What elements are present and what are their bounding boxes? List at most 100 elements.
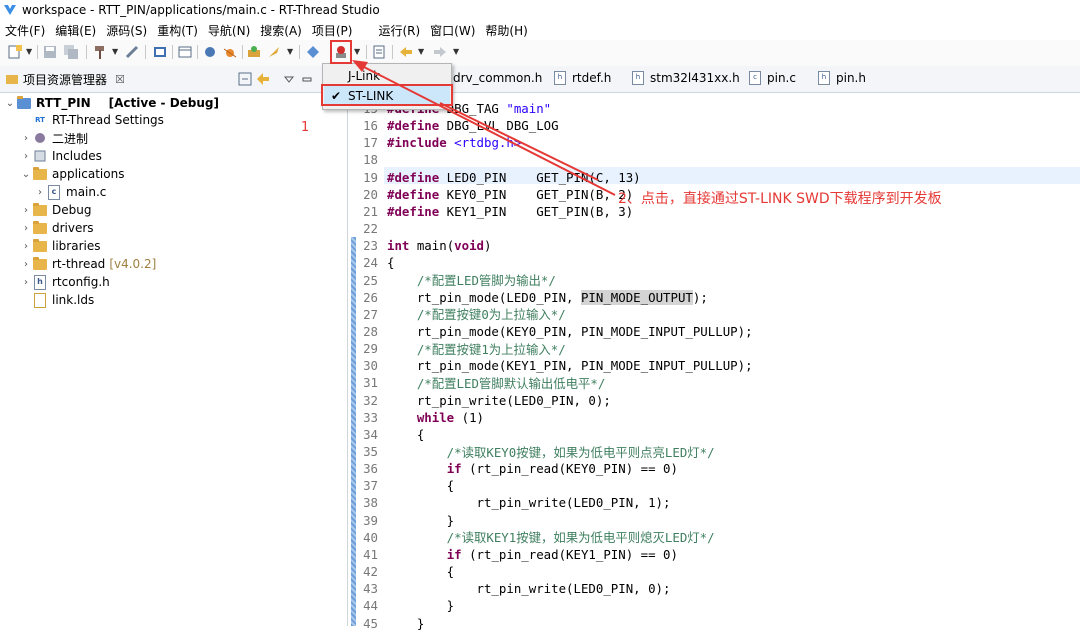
menu-help[interactable]: 帮助(H) xyxy=(480,22,532,39)
code-line[interactable]: 42 { xyxy=(350,563,1080,580)
tree-item[interactable]: › 二进制 xyxy=(20,129,88,147)
code-line[interactable]: 37 { xyxy=(350,477,1080,494)
menu-navigate[interactable]: 导航(N) xyxy=(203,22,255,39)
code-line[interactable]: 30 rt_pin_mode(KEY1_PIN, PIN_MODE_INPUT_… xyxy=(350,357,1080,374)
build-icon[interactable] xyxy=(92,44,108,60)
line-number: 34 xyxy=(363,426,378,442)
code-line[interactable]: 31 /*配置LED管脚默认输出低电平*/ xyxy=(350,374,1080,391)
tree-item[interactable]: › drivers xyxy=(20,219,94,237)
code-line[interactable]: 43 rt_pin_write(LED0_PIN, 0); xyxy=(350,580,1080,597)
code-line[interactable]: 26 rt_pin_mode(LED0_PIN, PIN_MODE_OUTPUT… xyxy=(350,289,1080,306)
close-icon[interactable]: ☒ xyxy=(115,73,125,86)
console-icon[interactable] xyxy=(152,44,168,60)
includes-icon xyxy=(32,149,48,163)
menu-project[interactable]: 项目(P) xyxy=(307,22,358,39)
tree-item[interactable]: › h rtconfig.h xyxy=(20,273,110,291)
back-dropdown-icon[interactable]: ▼ xyxy=(418,47,424,56)
code-line[interactable]: 41 if (rt_pin_read(KEY1_PIN) == 0) xyxy=(350,546,1080,563)
c-file-icon: c xyxy=(46,184,62,200)
editor-tab-pin-c[interactable]: c pin.c xyxy=(749,71,796,85)
tree-item-label: rtconfig.h xyxy=(52,275,110,289)
code-line[interactable]: 32 rt_pin_write(LED0_PIN, 0); xyxy=(350,392,1080,409)
editor-tab-rtdef-h[interactable]: h rtdef.h xyxy=(554,71,611,85)
chevron-right-icon[interactable]: › xyxy=(34,187,46,198)
code-line[interactable]: 33 while (1) xyxy=(350,409,1080,426)
code-line[interactable]: 39 } xyxy=(350,512,1080,529)
back-icon[interactable] xyxy=(398,44,414,60)
code-line[interactable]: 16 #define DBG_LVL DBG_LOG xyxy=(350,117,1080,134)
tree-item[interactable]: › libraries xyxy=(20,237,100,255)
new-icon[interactable] xyxy=(7,44,23,60)
forward-icon[interactable] xyxy=(432,44,448,60)
sdk-icon[interactable] xyxy=(305,44,321,60)
save-all-icon[interactable] xyxy=(63,44,79,60)
chevron-right-icon[interactable]: › xyxy=(20,205,32,216)
chevron-right-icon[interactable]: › xyxy=(20,277,32,288)
layout-icon[interactable] xyxy=(371,44,387,60)
code-line[interactable]: 19 #define LED0_PIN GET_PIN(C, 13) xyxy=(350,169,1080,186)
code-line[interactable]: 28 rt_pin_mode(KEY0_PIN, PIN_MODE_INPUT_… xyxy=(350,323,1080,340)
code-line[interactable]: 35 /*读取KEY0按键，如果为低电平则点亮LED灯*/ xyxy=(350,443,1080,460)
code-line[interactable]: 45 } xyxy=(350,615,1080,632)
code-line[interactable]: 38 rt_pin_write(LED0_PIN, 1); xyxy=(350,494,1080,511)
tree-item[interactable]: › rt-thread [v4.0.2] xyxy=(20,255,156,273)
collapse-all-icon[interactable] xyxy=(238,72,252,86)
code-line[interactable]: 29 /*配置按键1为上拉输入*/ xyxy=(350,340,1080,357)
build-dropdown-icon[interactable]: ▼ xyxy=(112,47,118,56)
menu-edit[interactable]: 编辑(E) xyxy=(50,22,101,39)
line-number: 30 xyxy=(363,358,378,374)
bug-icon[interactable] xyxy=(222,44,238,60)
tree-item[interactable]: › c main.c xyxy=(34,183,106,201)
code-line[interactable]: 27 /*配置按键0为上拉输入*/ xyxy=(350,306,1080,323)
code-line[interactable]: 18 xyxy=(350,151,1080,168)
code-line[interactable]: 22 xyxy=(350,220,1080,237)
link-with-editor-icon[interactable] xyxy=(256,72,270,86)
rocket-icon[interactable] xyxy=(266,44,282,60)
tree-item[interactable]: RT RT-Thread Settings xyxy=(20,111,164,129)
debug-icon[interactable] xyxy=(202,44,218,60)
tree-item-project[interactable]: ⌄ RTT_PIN [Active - Debug] xyxy=(0,94,219,112)
code-line[interactable]: 23 int main(void) xyxy=(350,237,1080,254)
chevron-right-icon[interactable]: › xyxy=(20,223,32,234)
code-line[interactable]: 36 if (rt_pin_read(KEY0_PIN) == 0) xyxy=(350,460,1080,477)
code-line[interactable]: 25 /*配置LED管脚为输出*/ xyxy=(350,272,1080,289)
chevron-down-icon[interactable]: ⌄ xyxy=(4,98,16,109)
tree-item-label: Includes xyxy=(52,149,102,163)
menu-file[interactable]: 文件(F) xyxy=(0,22,50,39)
code-line[interactable]: 24 { xyxy=(350,254,1080,271)
code-line[interactable]: 34 { xyxy=(350,426,1080,443)
editor-tab-pin-h[interactable]: h pin.h xyxy=(818,71,866,85)
code-line[interactable]: 44 } xyxy=(350,597,1080,614)
chevron-right-icon[interactable]: › xyxy=(20,259,32,270)
window-icon[interactable] xyxy=(177,44,193,60)
tree-item[interactable]: ⌄ applications xyxy=(20,165,124,183)
tree-item[interactable]: link.lds xyxy=(20,291,94,309)
code-line[interactable]: 40 /*读取KEY1按键，如果为低电平则熄灭LED灯*/ xyxy=(350,529,1080,546)
save-icon[interactable] xyxy=(42,44,58,60)
menu-item-jlink[interactable]: J-Link xyxy=(324,66,450,86)
tools-icon[interactable] xyxy=(124,44,140,60)
chevron-right-icon[interactable]: › xyxy=(20,133,32,144)
minimize-icon[interactable] xyxy=(300,72,314,86)
editor-tab-stm32l431xx-h[interactable]: h stm32l431xx.h xyxy=(632,71,740,85)
rocket-dropdown-icon[interactable]: ▼ xyxy=(287,47,293,56)
chevron-right-icon[interactable]: › xyxy=(20,241,32,252)
menu-source[interactable]: 源码(S) xyxy=(101,22,152,39)
code-line[interactable]: 17 #include <rtdbg.h> xyxy=(350,134,1080,151)
menu-run[interactable]: 运行(R) xyxy=(373,22,425,39)
view-menu-icon[interactable] xyxy=(282,72,296,86)
line-number: 23 xyxy=(363,238,378,254)
menu-refactor[interactable]: 重构(T) xyxy=(152,22,203,39)
tree-item[interactable]: › Debug xyxy=(20,201,91,219)
download-dropdown-icon[interactable]: ▼ xyxy=(354,47,360,56)
plugin-icon[interactable] xyxy=(246,44,262,60)
editor-tab-drv-common-h[interactable]: drv_common.h xyxy=(453,71,542,85)
code-line[interactable]: 15#define DBG_TAG "main" xyxy=(350,100,1080,117)
chevron-down-icon[interactable]: ⌄ xyxy=(20,169,32,180)
new-dropdown-icon[interactable]: ▼ xyxy=(26,47,32,56)
menu-window[interactable]: 窗口(W) xyxy=(425,22,480,39)
chevron-right-icon[interactable]: › xyxy=(20,151,32,162)
menu-search[interactable]: 搜索(A) xyxy=(255,22,307,39)
forward-dropdown-icon[interactable]: ▼ xyxy=(453,47,459,56)
tree-item[interactable]: › Includes xyxy=(20,147,102,165)
